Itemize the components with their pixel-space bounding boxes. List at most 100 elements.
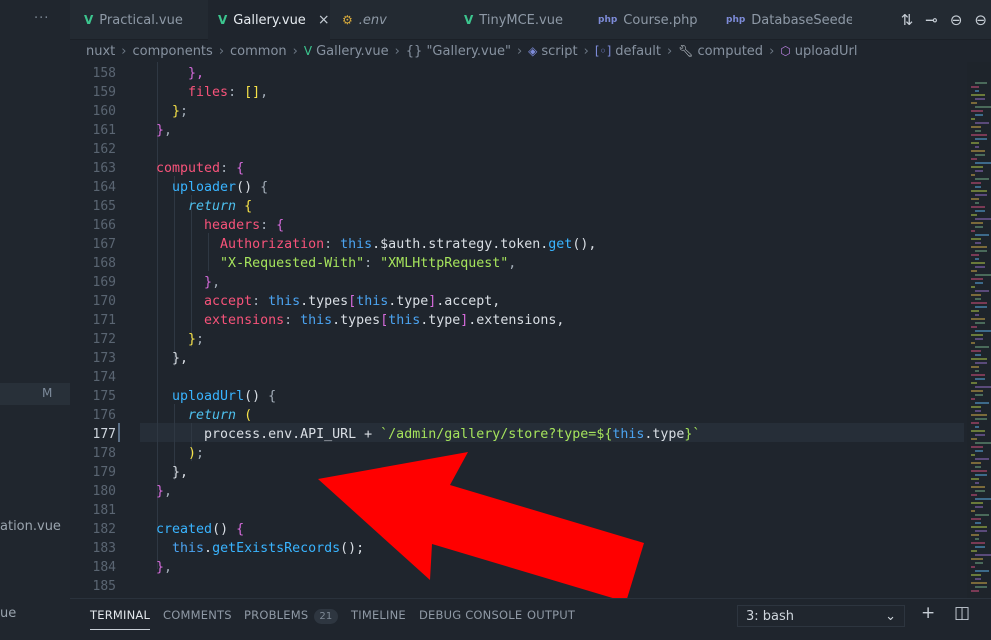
- git-commit-icon[interactable]: ⊸: [925, 11, 938, 29]
- code-line[interactable]: uploadUrl() {: [140, 387, 276, 406]
- panel-tab-problems[interactable]: PROBLEMS 21: [244, 608, 338, 624]
- breadcrumb-item[interactable]: common: [230, 44, 287, 59]
- code-line[interactable]: computed: {: [140, 159, 244, 178]
- panel-tab-terminal[interactable]: TERMINAL: [90, 608, 151, 630]
- minimap-line: [975, 394, 983, 396]
- code-line[interactable]: created() {: [140, 520, 244, 539]
- new-terminal-icon[interactable]: +: [921, 603, 935, 623]
- breadcrumb-separator-icon: ›: [583, 43, 589, 59]
- panel-tab-debug-console[interactable]: DEBUG CONSOLE: [419, 608, 522, 622]
- minimap-line: [971, 174, 975, 176]
- code-line[interactable]: },: [140, 273, 220, 292]
- code-line[interactable]: process.env.API_URL + `/admin/gallery/st…: [140, 425, 700, 444]
- code-line[interactable]: );: [140, 444, 204, 463]
- code-token: {: [260, 180, 269, 195]
- code-line[interactable]: headers: {: [140, 216, 284, 235]
- minimap-line: [971, 422, 979, 424]
- tab-label: Practical.vue: [99, 12, 183, 28]
- minimap-line: [971, 350, 981, 352]
- breadcrumb-item[interactable]: components: [132, 44, 212, 59]
- minimap-line: [975, 154, 985, 156]
- panel-tab-output[interactable]: OUTPUT: [527, 608, 575, 622]
- line-number-gutter: 158 159 160 161 162 163 164 165 166 167 168 169 170 1…: [70, 62, 116, 598]
- code-token: ;: [180, 104, 189, 119]
- code-line[interactable]: },: [140, 121, 172, 140]
- code-content[interactable]: }, files: [], }; }, computed: { uploader…: [140, 62, 970, 598]
- tab-databaseseeder-php[interactable]: php DatabaseSeeder.: [726, 0, 852, 40]
- minimap-line: [975, 538, 979, 540]
- minimap-line: [975, 82, 987, 84]
- code-line[interactable]: Authorization: this.$auth.strategy.token…: [140, 235, 596, 254]
- code-token: return: [140, 199, 245, 214]
- tab-env[interactable]: ⚙ .env: [342, 0, 462, 40]
- minimap-line: [971, 254, 979, 256]
- code-token: }: [140, 332, 197, 347]
- code-line[interactable]: };: [140, 102, 188, 121]
- code-line[interactable]: },: [140, 349, 188, 368]
- code-token: ;: [196, 446, 205, 461]
- minimap-line: [975, 274, 991, 276]
- tab-practical-vue[interactable]: V Practical.vue: [80, 0, 210, 40]
- code-editor[interactable]: 158 159 160 161 162 163 164 165 166 167 168 169 170 1…: [70, 62, 991, 598]
- explorer-file-item[interactable]: ation.vue: [0, 519, 61, 534]
- minimap-line: [971, 334, 983, 336]
- code-token: ,: [164, 560, 173, 575]
- breadcrumb-item[interactable]: {} "Gallery.vue": [406, 44, 511, 59]
- code-line[interactable]: files: [],: [140, 83, 268, 102]
- breadcrumb-item[interactable]: Gallery.vue: [316, 44, 389, 59]
- minimap-line: [971, 382, 977, 384]
- breadcrumb-item[interactable]: nuxt: [86, 44, 115, 59]
- code-line[interactable]: },: [140, 64, 204, 83]
- breadcrumb-separator-icon: ›: [121, 43, 127, 59]
- breadcrumb-item[interactable]: script: [541, 44, 577, 59]
- minimap-line: [971, 278, 983, 280]
- code-line[interactable]: },: [140, 463, 188, 482]
- code-line[interactable]: "X-Requested-With": "XMLHttpRequest",: [140, 254, 516, 273]
- tab-gallery-vue[interactable]: V Gallery.vue ×: [208, 0, 330, 40]
- explorer-file-item[interactable]: ue: [0, 606, 16, 621]
- panel-tab-timeline[interactable]: TIMELINE: [351, 608, 406, 622]
- minimap-line: [971, 390, 983, 392]
- wrench-icon: 🔧︎: [678, 44, 694, 58]
- code-line[interactable]: return {: [140, 197, 252, 216]
- git-previous-icon[interactable]: ⊖: [950, 11, 963, 29]
- terminal-select-value: 3: bash: [746, 608, 795, 624]
- code-line[interactable]: this.getExistsRecords();: [140, 539, 364, 558]
- minimap-line: [975, 298, 981, 300]
- minimap-line: [975, 354, 981, 356]
- code-line[interactable]: extensions: this.types[this.type].extens…: [140, 311, 564, 330]
- tab-course-php[interactable]: php Course.php: [598, 0, 724, 40]
- code-token: files: [140, 85, 229, 100]
- breadcrumb-separator-icon: ›: [516, 43, 523, 59]
- code-token: getExistsRecords: [212, 541, 341, 556]
- line-number: 169: [92, 275, 116, 290]
- minimap-line: [971, 182, 981, 184]
- compare-changes-icon[interactable]: ⇅: [901, 11, 914, 29]
- code-token: [: [348, 294, 357, 309]
- code-line[interactable]: };: [140, 330, 204, 349]
- code-line[interactable]: uploader() {: [140, 178, 268, 197]
- more-actions-icon[interactable]: ···: [34, 11, 49, 26]
- line-number: 174: [92, 370, 116, 385]
- minimap[interactable]: [967, 62, 991, 598]
- split-terminal-icon[interactable]: ◫: [954, 603, 970, 623]
- selected-file-row[interactable]: [0, 383, 70, 405]
- code-line[interactable]: return (: [140, 406, 252, 425]
- git-next-icon[interactable]: ⊖: [974, 11, 987, 29]
- tab-tinymce-vue[interactable]: V TinyMCE.vue: [464, 0, 584, 40]
- breadcrumb-item[interactable]: default: [615, 44, 661, 59]
- minimap-line: [971, 438, 977, 440]
- terminal-select[interactable]: 3: bash ⌄: [737, 605, 905, 627]
- code-token: Authorization: [140, 237, 325, 252]
- panel-tab-comments[interactable]: COMMENTS: [163, 608, 232, 622]
- code-line[interactable]: accept: this.types[this.type].accept,: [140, 292, 500, 311]
- code-token: :: [220, 161, 237, 176]
- close-tab-icon[interactable]: ×: [318, 12, 330, 28]
- code-token: ,: [164, 484, 173, 499]
- breadcrumb-item[interactable]: uploadUrl: [795, 44, 858, 59]
- code-line[interactable]: },: [140, 482, 172, 501]
- vue-file-icon: V: [464, 13, 474, 27]
- breadcrumb-item[interactable]: computed: [697, 44, 763, 59]
- code-line[interactable]: },: [140, 558, 172, 577]
- code-token: {: [236, 522, 245, 537]
